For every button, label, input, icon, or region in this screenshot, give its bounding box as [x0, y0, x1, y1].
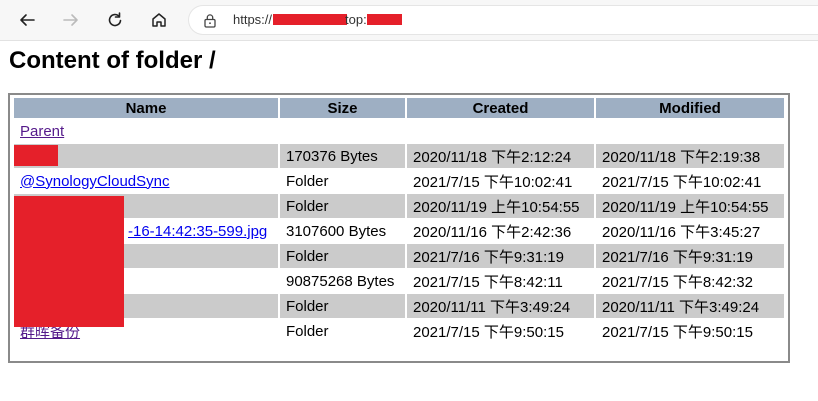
- home-icon: [152, 13, 166, 27]
- table-row: Folder 2021/7/16 下午9:31:19 2021/7/16 下午9…: [14, 244, 784, 268]
- forward-button[interactable]: [57, 6, 85, 34]
- redaction-block: [14, 196, 124, 327]
- column-header-created[interactable]: Created: [407, 98, 594, 118]
- reload-icon: [108, 12, 122, 27]
- size-cell: 90875268 Bytes: [286, 272, 395, 290]
- size-cell: 170376 Bytes: [280, 144, 405, 168]
- file-listing: Name Size Created Modified Parent 170376…: [8, 93, 790, 363]
- file-link[interactable]: -16-14:42:35-599.jpg: [128, 223, 267, 240]
- reload-button[interactable]: [101, 6, 129, 34]
- table-row: @SynologyCloudSync Folder 2021/7/15 下午10…: [14, 169, 784, 193]
- created-cell: 2020/11/19 上午10:54:55: [407, 194, 594, 218]
- table-row: Folder 2020/11/19 上午10:54:55 2020/11/19 …: [14, 194, 784, 218]
- modified-cell: 2021/7/15 下午8:42:32: [602, 273, 753, 291]
- size-cell: 3107600 Bytes: [286, 222, 387, 240]
- size-cell: Folder: [286, 322, 329, 340]
- column-header-size[interactable]: Size: [280, 98, 405, 118]
- created-cell: 2021/7/15 下午10:02:41: [413, 173, 573, 191]
- modified-cell: 2021/7/15 下午10:02:41: [602, 173, 762, 191]
- created-cell: 2021/7/15 下午9:50:15: [413, 323, 564, 341]
- created-cell: 2020/11/11 下午3:49:24: [407, 294, 594, 318]
- size-cell: Folder: [280, 294, 405, 318]
- parent-row: Parent: [14, 119, 784, 143]
- arrow-left-icon: [20, 14, 35, 26]
- url-text: https:// top:: [233, 12, 402, 27]
- size-cell: Folder: [280, 194, 405, 218]
- table-row: 170376 Bytes 2020/11/18 下午2:12:24 2020/1…: [14, 144, 784, 168]
- url-scheme: https://: [233, 12, 273, 27]
- created-cell: 2021/7/16 下午9:31:19: [407, 244, 594, 268]
- created-cell: 2020/11/16 下午2:42:36: [413, 223, 572, 241]
- address-bar[interactable]: https:// top:: [188, 5, 818, 35]
- lock-icon: [204, 14, 216, 28]
- url-mid: top:: [345, 12, 367, 27]
- modified-cell: 2021/7/15 下午9:50:15: [602, 323, 753, 341]
- parent-link[interactable]: Parent: [20, 123, 64, 140]
- header-row: Name Size Created Modified: [14, 98, 784, 118]
- modified-cell: 2020/11/18 下午2:19:38: [596, 144, 784, 168]
- size-cell: Folder: [280, 244, 405, 268]
- size-cell: Folder: [286, 172, 329, 190]
- redacted-path: [366, 14, 402, 25]
- folder-link[interactable]: @SynologyCloudSync: [20, 173, 169, 190]
- column-header-name[interactable]: Name: [14, 98, 278, 118]
- created-cell: 2021/7/15 下午8:42:11: [413, 273, 563, 291]
- file-table: Name Size Created Modified Parent 170376…: [12, 97, 786, 344]
- redacted-host: [273, 14, 348, 25]
- table-row: 群晖备份 Folder 2021/7/15 下午9:50:15 2021/7/1…: [14, 319, 784, 343]
- column-header-modified[interactable]: Modified: [596, 98, 784, 118]
- modified-cell: 2020/11/16 下午3:45:27: [602, 223, 761, 241]
- table-row: Folder 2020/11/11 下午3:49:24 2020/11/11 下…: [14, 294, 784, 318]
- table-row: -16-14:42:35-599.jpg 3107600 Bytes 2020/…: [14, 219, 784, 243]
- created-cell: 2020/11/18 下午2:12:24: [407, 144, 594, 168]
- redaction-block: [14, 145, 58, 166]
- back-button[interactable]: [13, 6, 41, 34]
- modified-cell: 2021/7/16 下午9:31:19: [596, 244, 784, 268]
- page-title: Content of folder /: [9, 47, 216, 74]
- home-button[interactable]: [145, 6, 173, 34]
- arrow-right-icon: [63, 14, 78, 26]
- table-row: 90875268 Bytes 2021/7/15 下午8:42:11 2021/…: [14, 269, 784, 293]
- browser-toolbar: https:// top:: [0, 0, 818, 41]
- modified-cell: 2020/11/11 下午3:49:24: [596, 294, 784, 318]
- modified-cell: 2020/11/19 上午10:54:55: [596, 194, 784, 218]
